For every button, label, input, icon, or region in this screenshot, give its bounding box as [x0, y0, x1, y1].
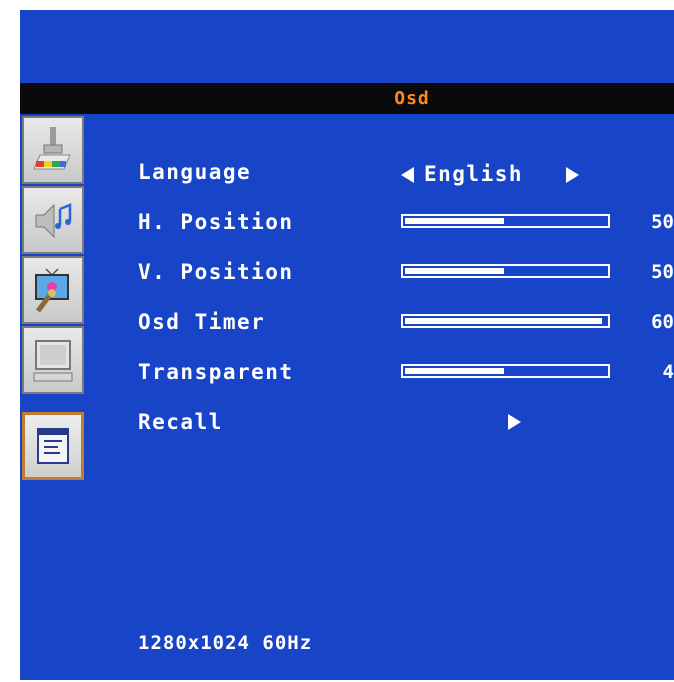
sidebar-item-picture[interactable]: [22, 256, 84, 324]
menu-item-transparent[interactable]: Transparent: [138, 357, 294, 387]
v-position-value: 50: [651, 261, 674, 283]
resolution-status: 1280x1024 60Hz: [138, 632, 313, 654]
v-position-fill: [405, 268, 504, 274]
h-position-slider[interactable]: [401, 214, 610, 228]
menu-item-h-position[interactable]: H. Position: [138, 207, 294, 237]
arrow-left-icon[interactable]: [401, 167, 414, 183]
sidebar: [20, 114, 88, 494]
transparent-fill: [405, 368, 504, 374]
paint-brush-icon: [33, 127, 71, 170]
recall-arrow-icon[interactable]: [508, 414, 521, 430]
osd-timer-fill: [405, 318, 602, 324]
osd-timer-slider[interactable]: [401, 314, 610, 328]
osd-menu-icon: [37, 428, 69, 464]
title-bar: Osd: [20, 83, 674, 114]
language-value: English: [424, 162, 524, 186]
sidebar-item-audio[interactable]: [22, 186, 84, 254]
speaker-icon: [35, 203, 72, 239]
sidebar-item-osd[interactable]: [22, 412, 84, 480]
osd-screen: Osd Language English H. Position 50 V. P…: [20, 10, 674, 680]
h-position-value: 50: [651, 211, 674, 233]
transparent-slider[interactable]: [401, 364, 610, 378]
h-position-fill: [405, 218, 504, 224]
v-position-slider[interactable]: [401, 264, 610, 278]
monitor-icon: [33, 340, 73, 382]
transparent-value: 4: [662, 361, 674, 383]
page-title: Osd: [394, 88, 430, 109]
arrow-right-icon[interactable]: [566, 167, 579, 183]
osd-timer-value: 60: [651, 311, 674, 333]
tv-icon: [35, 268, 69, 313]
menu-item-recall[interactable]: Recall: [138, 407, 223, 437]
menu-item-v-position[interactable]: V. Position: [138, 257, 294, 287]
menu-item-language[interactable]: Language: [138, 157, 251, 187]
sidebar-item-display[interactable]: [22, 326, 84, 394]
sidebar-item-color[interactable]: [22, 116, 84, 184]
language-selector[interactable]: English: [401, 159, 616, 189]
menu-item-osd-timer[interactable]: Osd Timer: [138, 307, 265, 337]
